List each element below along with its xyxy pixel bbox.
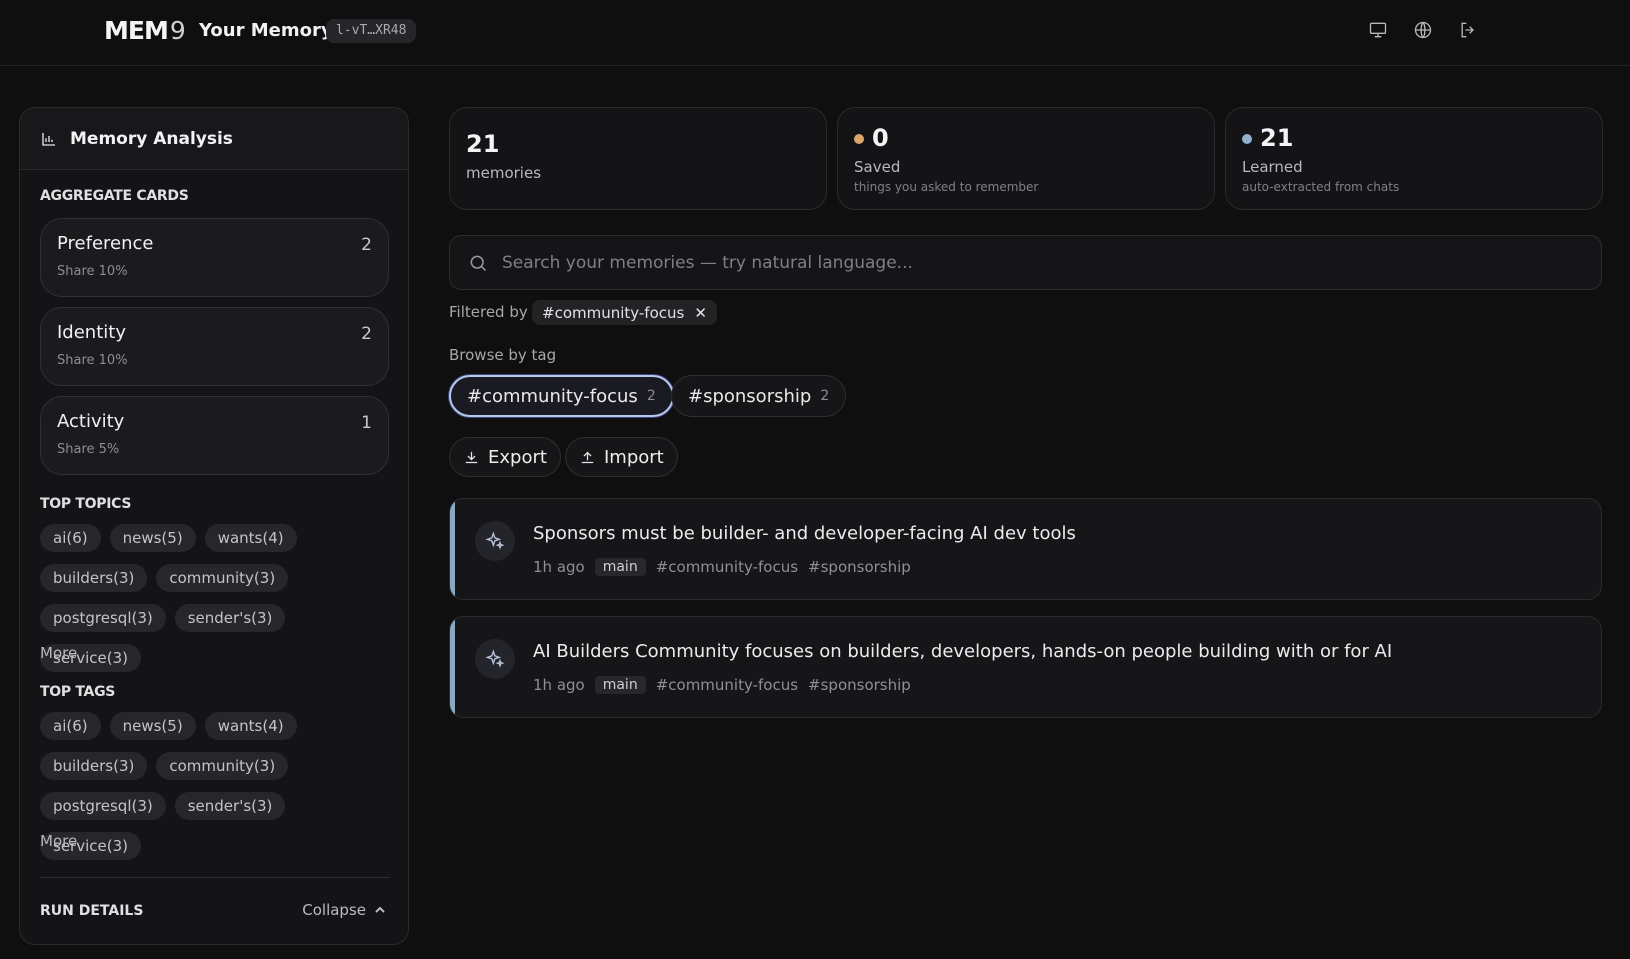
tag-chip[interactable]: postgresql(3) <box>40 792 166 820</box>
topic-chip[interactable]: sender's(3) <box>174 604 286 632</box>
memory-meta: 1h ago main #community-focus #sponsorshi… <box>533 558 911 576</box>
branch-badge: main <box>594 558 646 576</box>
filtered-by-label: Filtered by <box>449 303 528 321</box>
memory-time: 1h ago <box>533 676 585 694</box>
memory-meta: 1h ago main #community-focus #sponsorshi… <box>533 676 911 694</box>
top-bar: MEM9 Your Memory l-vT…XR48 <box>0 0 1630 66</box>
memory-tag[interactable]: #community-focus <box>656 558 798 576</box>
memory-text: AI Builders Community focuses on builder… <box>533 641 1393 662</box>
aggregate-card-preference[interactable]: Preference 2 Share 10% <box>40 218 389 297</box>
memory-tag[interactable]: #community-focus <box>656 676 798 694</box>
memory-avatar <box>475 639 515 679</box>
memory-tag[interactable]: #sponsorship <box>808 558 911 576</box>
panel-header: Memory Analysis <box>20 108 408 170</box>
branch-badge: main <box>594 676 646 694</box>
divider <box>40 877 390 878</box>
page-title: Your Memory <box>199 20 333 41</box>
top-actions <box>1366 18 1480 42</box>
aggregate-card-activity[interactable]: Activity 1 Share 5% <box>40 396 389 475</box>
stat-card-learned: 21 Learned auto-extracted from chats <box>1225 107 1603 210</box>
download-icon <box>465 451 478 463</box>
memory-card[interactable]: AI Builders Community focuses on builder… <box>449 616 1602 718</box>
search-input[interactable] <box>502 252 1582 273</box>
browse-by-tag-label: Browse by tag <box>449 346 557 364</box>
topic-chip[interactable]: builders(3) <box>40 564 148 592</box>
bar-chart-icon <box>42 132 55 146</box>
api-key-badge[interactable]: l-vT…XR48 <box>326 19 417 43</box>
memory-tag[interactable]: #sponsorship <box>808 676 911 694</box>
top-topics-list: ai(6) news(5) wants(4) builders(3) commu… <box>40 524 390 672</box>
import-button[interactable]: Import <box>565 437 678 477</box>
topic-chip[interactable]: wants(4) <box>204 524 297 552</box>
search-bar <box>449 235 1602 290</box>
tag-pill-sponsorship[interactable]: #sponsorship 2 <box>671 375 847 417</box>
logout-icon[interactable] <box>1456 18 1480 42</box>
chevron-up-icon <box>375 906 385 913</box>
learned-dot <box>1242 134 1252 144</box>
saved-dot <box>854 134 864 144</box>
close-icon[interactable]: ✕ <box>694 304 707 322</box>
tag-chip[interactable]: ai(6) <box>40 712 101 740</box>
export-button[interactable]: Export <box>449 437 561 477</box>
tag-chip[interactable]: builders(3) <box>40 752 148 780</box>
topic-chip[interactable]: news(5) <box>109 524 196 552</box>
upload-icon <box>581 451 594 463</box>
sparkles-icon <box>485 531 505 550</box>
search-icon <box>470 255 487 271</box>
collapse-button[interactable]: Collapse <box>302 901 386 919</box>
stat-card-memories: 21 memories <box>449 107 827 210</box>
panel-title: Memory Analysis <box>70 128 233 149</box>
memory-card[interactable]: Sponsors must be builder- and developer-… <box>449 498 1602 600</box>
globe-icon[interactable] <box>1411 18 1435 42</box>
topic-chip[interactable]: ai(6) <box>40 524 101 552</box>
tag-chip[interactable]: news(5) <box>109 712 196 740</box>
memory-text: Sponsors must be builder- and developer-… <box>533 523 1076 544</box>
topic-chip[interactable]: postgresql(3) <box>40 604 166 632</box>
topic-chip[interactable]: community(3) <box>156 564 289 592</box>
tag-chip[interactable]: sender's(3) <box>174 792 286 820</box>
tags-more-link[interactable]: More <box>40 832 77 850</box>
sparkles-icon <box>485 649 505 668</box>
memory-accent-bar <box>450 499 455 599</box>
brand-logo[interactable]: MEM9 <box>104 16 186 45</box>
aggregate-cards-label: AGGREGATE CARDS <box>40 188 189 204</box>
tag-chip[interactable]: wants(4) <box>204 712 297 740</box>
run-details-label: RUN DETAILS <box>40 903 144 919</box>
memory-accent-bar <box>450 617 455 717</box>
active-filter-chip: #community-focus ✕ <box>532 300 717 325</box>
tag-chip[interactable]: community(3) <box>156 752 289 780</box>
memory-avatar <box>475 521 515 561</box>
top-tags-list: ai(6) news(5) wants(4) builders(3) commu… <box>40 712 390 860</box>
top-topics-label: TOP TOPICS <box>40 496 132 512</box>
memory-time: 1h ago <box>533 558 585 576</box>
top-tags-label: TOP TAGS <box>40 684 116 700</box>
memory-analysis-panel: Memory Analysis AGGREGATE CARDS Preferen… <box>19 107 409 945</box>
stat-card-saved: 0 Saved things you asked to remember <box>837 107 1215 210</box>
topics-more-link[interactable]: More <box>40 644 77 662</box>
tag-pill-community-focus[interactable]: #community-focus 2 <box>449 375 674 417</box>
monitor-icon[interactable] <box>1366 18 1390 42</box>
aggregate-card-identity[interactable]: Identity 2 Share 10% <box>40 307 389 386</box>
